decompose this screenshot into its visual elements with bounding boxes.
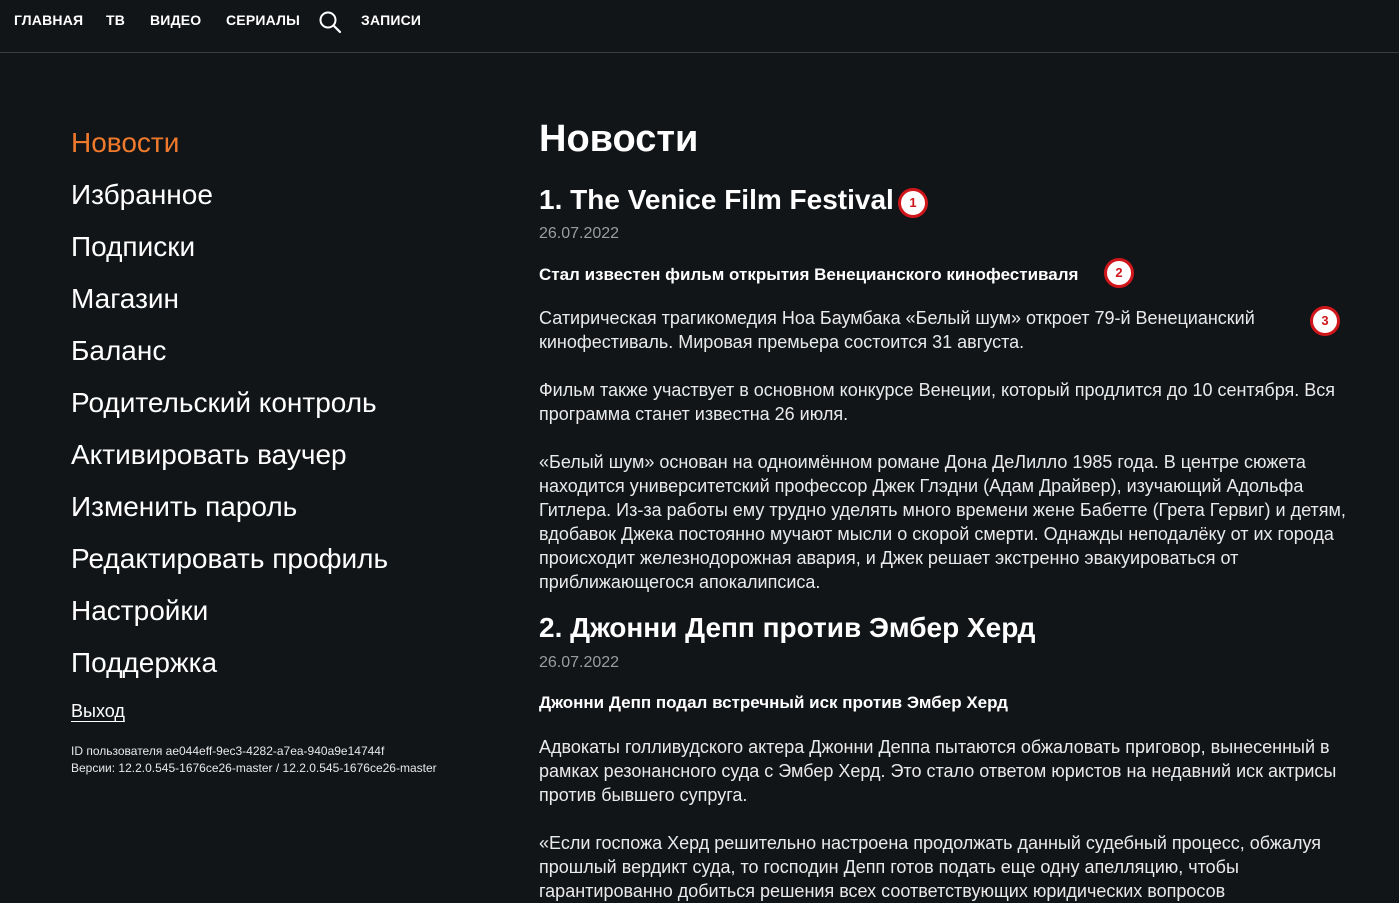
search-icon[interactable] bbox=[318, 10, 342, 34]
annotation-badge: 1 bbox=[898, 188, 928, 218]
version-text: Версии: 12.2.0.545-1676ce26-master / 12.… bbox=[71, 761, 437, 775]
sidebar-item-parental-control[interactable]: Родительский контроль bbox=[71, 385, 377, 421]
page-title: Новости bbox=[539, 118, 699, 160]
annotation-badge: 2 bbox=[1104, 258, 1134, 288]
logout-link[interactable]: Выход bbox=[71, 701, 125, 722]
sidebar-item-settings[interactable]: Настройки bbox=[71, 593, 208, 629]
article-paragraph: «Белый шум» основан на одноимённом роман… bbox=[539, 452, 1346, 592]
nav-item-recordings[interactable]: ЗАПИСИ bbox=[361, 12, 421, 28]
user-id-text: ID пользователя ae044eff-9ec3-4282-a7ea-… bbox=[71, 744, 385, 758]
article-paragraph: Адвокаты голливудского актера Джонни Деп… bbox=[539, 737, 1337, 805]
nav-item-video[interactable]: ВИДЕО bbox=[150, 12, 201, 28]
sidebar-item-store[interactable]: Магазин bbox=[71, 281, 179, 317]
article-paragraph: Сатирическая трагикомедия Ноа Баумбака «… bbox=[539, 308, 1255, 352]
top-navigation-bar: ГЛАВНАЯ ТВ ВИДЕО СЕРИАЛЫ ЗАПИСИ bbox=[0, 0, 1399, 53]
nav-item-tv[interactable]: ТВ bbox=[106, 12, 125, 28]
sidebar-item-news[interactable]: Новости bbox=[71, 125, 179, 161]
nav-item-home[interactable]: ГЛАВНАЯ bbox=[14, 12, 83, 28]
article-title: 2. Джонни Депп против Эмбер Херд bbox=[539, 612, 1036, 643]
article-paragraph: «Если госпожа Херд решительно настроена … bbox=[539, 833, 1321, 901]
sidebar-item-activate-voucher[interactable]: Активировать ваучер bbox=[71, 437, 347, 473]
article-date: 26.07.2022 bbox=[539, 654, 620, 671]
sidebar-item-favorites[interactable]: Избранное bbox=[71, 177, 213, 213]
nav-item-series[interactable]: СЕРИАЛЫ bbox=[226, 12, 300, 28]
article-subtitle: Джонни Депп подал встречный иск против Э… bbox=[539, 693, 1008, 712]
article-subtitle: Стал известен фильм открытия Венецианско… bbox=[539, 265, 1079, 284]
sidebar-item-change-password[interactable]: Изменить пароль bbox=[71, 489, 297, 525]
article-title: 1. The Venice Film Festival bbox=[539, 184, 894, 215]
sidebar-item-edit-profile[interactable]: Редактировать профиль bbox=[71, 541, 388, 577]
sidebar-item-support[interactable]: Поддержка bbox=[71, 645, 217, 681]
article-paragraph: Фильм также участвует в основном конкурс… bbox=[539, 380, 1336, 424]
sidebar-item-subscriptions[interactable]: Подписки bbox=[71, 229, 195, 265]
article-date: 26.07.2022 bbox=[539, 225, 620, 242]
sidebar-item-balance[interactable]: Баланс bbox=[71, 333, 166, 369]
annotation-badge: 3 bbox=[1310, 306, 1340, 336]
